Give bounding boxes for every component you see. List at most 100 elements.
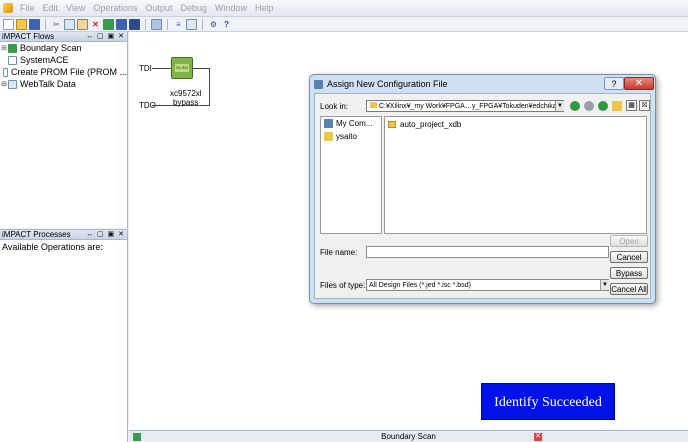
systemace-icon xyxy=(8,55,17,65)
bypass-button[interactable]: Bypass xyxy=(610,267,648,279)
menu-view[interactable]: View xyxy=(62,3,89,13)
menu-file[interactable]: File xyxy=(16,3,39,13)
open-icon[interactable] xyxy=(16,18,27,30)
chain-wire xyxy=(192,68,210,69)
file-item-auto-project-xdb[interactable]: auto_project_xdb xyxy=(388,120,461,129)
cancel-all-button[interactable]: Cancel All xyxy=(610,283,648,295)
config-icon[interactable] xyxy=(186,18,197,30)
dialog-help-button[interactable]: ? xyxy=(604,77,624,90)
computer-icon xyxy=(324,119,333,128)
menu-output[interactable]: Output xyxy=(141,3,176,13)
save-icon[interactable] xyxy=(29,18,40,30)
cancel-button[interactable]: Cancel xyxy=(610,251,648,263)
close-tab-icon[interactable]: ✕ xyxy=(534,433,542,441)
flows-panel-title-text: iMPACT Flows xyxy=(2,32,55,41)
open-button[interactable]: Open xyxy=(610,235,648,247)
file-type-label: Files of type: xyxy=(320,281,366,290)
look-in-folder-icon xyxy=(370,102,377,108)
available-operations-text: Available Operations are: xyxy=(2,242,103,252)
look-in-label: Look in: xyxy=(320,102,349,111)
list-view-icon[interactable]: ▦ xyxy=(626,100,637,111)
boundary-scan-tab-title: Boundary Scan xyxy=(381,432,436,441)
place-ysaito[interactable]: ysaito xyxy=(321,130,381,143)
copy-icon[interactable] xyxy=(64,18,75,30)
folder-icon xyxy=(388,121,396,128)
back-icon[interactable] xyxy=(570,101,580,111)
paste-icon[interactable] xyxy=(77,18,88,30)
file-name-input[interactable] xyxy=(366,246,609,258)
chevron-down-icon[interactable]: ▼ xyxy=(600,280,609,290)
grid-icon[interactable] xyxy=(103,18,114,30)
flow-item-create-prom[interactable]: Create PROM File (PROM ... xyxy=(0,66,127,78)
processes-panel-title-text: iMPACT Processes xyxy=(2,230,71,239)
toolbar: ✂ ✕ ≡ ⚙ ? xyxy=(0,17,688,32)
chevron-down-icon[interactable]: ▼ xyxy=(555,101,564,111)
tdi-label: TDI xyxy=(139,64,152,73)
flow-item-label: SystemACE xyxy=(20,55,69,65)
menu-bar: File Edit View Operations Output Debug W… xyxy=(0,0,688,17)
menu-debug[interactable]: Debug xyxy=(176,3,211,13)
user-folder-icon xyxy=(324,132,333,141)
dialog-title: Assign New Configuration File xyxy=(327,79,448,89)
program-icon[interactable] xyxy=(129,18,140,30)
menu-help[interactable]: Help xyxy=(251,3,278,13)
settings-icon[interactable]: ⚙ xyxy=(208,19,219,30)
return-wire xyxy=(209,68,210,106)
flows-panel-title: iMPACT Flows ↔ ▢ ▣ ✕ xyxy=(0,32,127,42)
toolbar-divider xyxy=(45,18,46,30)
cable-icon[interactable] xyxy=(151,18,162,30)
flow-item-label: WebTalk Data xyxy=(20,79,76,89)
xilinx-logo: XILINX xyxy=(175,64,189,72)
webtalk-icon xyxy=(8,79,17,89)
dialog-close-button[interactable]: ✕ xyxy=(624,77,654,90)
processes-panel: iMPACT Processes ↔ ▢ ▣ ✕ Available Opera… xyxy=(0,229,128,442)
tdi-wire xyxy=(152,68,172,69)
dialog-app-icon xyxy=(314,79,323,89)
processes-panel-title: iMPACT Processes ↔ ▢ ▣ ✕ xyxy=(0,230,127,240)
place-label: My Com... xyxy=(336,119,373,128)
processes-panel-controls[interactable]: ↔ ▢ ▣ ✕ xyxy=(86,230,125,240)
device-chip-icon[interactable]: XILINX xyxy=(171,57,193,79)
flow-item-boundary-scan[interactable]: ⊞ Boundary Scan xyxy=(0,42,127,54)
file-list[interactable]: auto_project_xdb xyxy=(384,116,647,234)
cut-icon[interactable]: ✂ xyxy=(51,19,62,30)
menu-edit[interactable]: Edit xyxy=(39,3,63,13)
menu-operations[interactable]: Operations xyxy=(89,3,141,13)
up-folder-icon[interactable] xyxy=(598,101,608,111)
delete-icon[interactable]: ✕ xyxy=(90,19,101,30)
menu-window[interactable]: Window xyxy=(211,3,251,13)
file-item-label: auto_project_xdb xyxy=(400,120,462,129)
chain-icon[interactable]: ≡ xyxy=(173,19,184,30)
forward-icon[interactable] xyxy=(584,101,594,111)
toolbar-divider xyxy=(202,18,203,30)
place-label: ysaito xyxy=(336,132,357,141)
toolbar-divider xyxy=(145,18,146,30)
place-my-computer[interactable]: My Com... xyxy=(321,117,381,130)
layout-icon[interactable] xyxy=(116,18,127,30)
expand-icon[interactable]: ⊞ xyxy=(0,44,8,52)
prom-file-icon xyxy=(3,67,8,77)
file-name-label: File name: xyxy=(320,248,358,257)
device-mode: bypass xyxy=(173,98,199,107)
device-name: xc9572xl xyxy=(170,89,202,98)
places-panel: My Com... ysaito xyxy=(320,116,382,234)
help-icon[interactable]: ? xyxy=(221,19,232,30)
flows-panel: iMPACT Flows ↔ ▢ ▣ ✕ ⊞ Boundary Scan Sys… xyxy=(0,32,128,228)
flow-item-systemace[interactable]: SystemACE xyxy=(0,54,127,66)
expand-icon[interactable]: ⊞ xyxy=(0,80,8,88)
look-in-path: C:¥Xilinx¥_my Work¥FPGA…y_FPGA¥Tokuden¥e… xyxy=(379,103,557,110)
look-in-select[interactable]: C:¥Xilinx¥_my Work¥FPGA…y_FPGA¥Tokuden¥e… xyxy=(366,100,564,112)
new-icon[interactable] xyxy=(3,18,14,30)
flows-panel-controls[interactable]: ↔ ▢ ▣ ✕ xyxy=(86,32,125,42)
boundary-scan-tab[interactable]: Boundary Scan ✕ xyxy=(129,430,688,442)
boundary-scan-icon xyxy=(8,43,17,53)
dialog-body: Look in: C:¥Xilinx¥_my Work¥FPGA…y_FPGA¥… xyxy=(314,93,651,299)
assign-config-dialog: Assign New Configuration File ? ✕ Look i… xyxy=(309,74,656,304)
new-folder-icon[interactable] xyxy=(612,101,622,111)
file-type-select[interactable]: All Design Files (*.jed *.isc *.bsd) xyxy=(366,279,609,291)
details-view-icon[interactable]: ☒ xyxy=(639,100,650,111)
flow-item-webtalk[interactable]: ⊞ WebTalk Data xyxy=(0,78,127,90)
identify-succeeded-popup: Identify Succeeded xyxy=(481,383,615,420)
toolbar-divider xyxy=(167,18,168,30)
flow-item-label: Create PROM File (PROM ... xyxy=(10,67,127,77)
